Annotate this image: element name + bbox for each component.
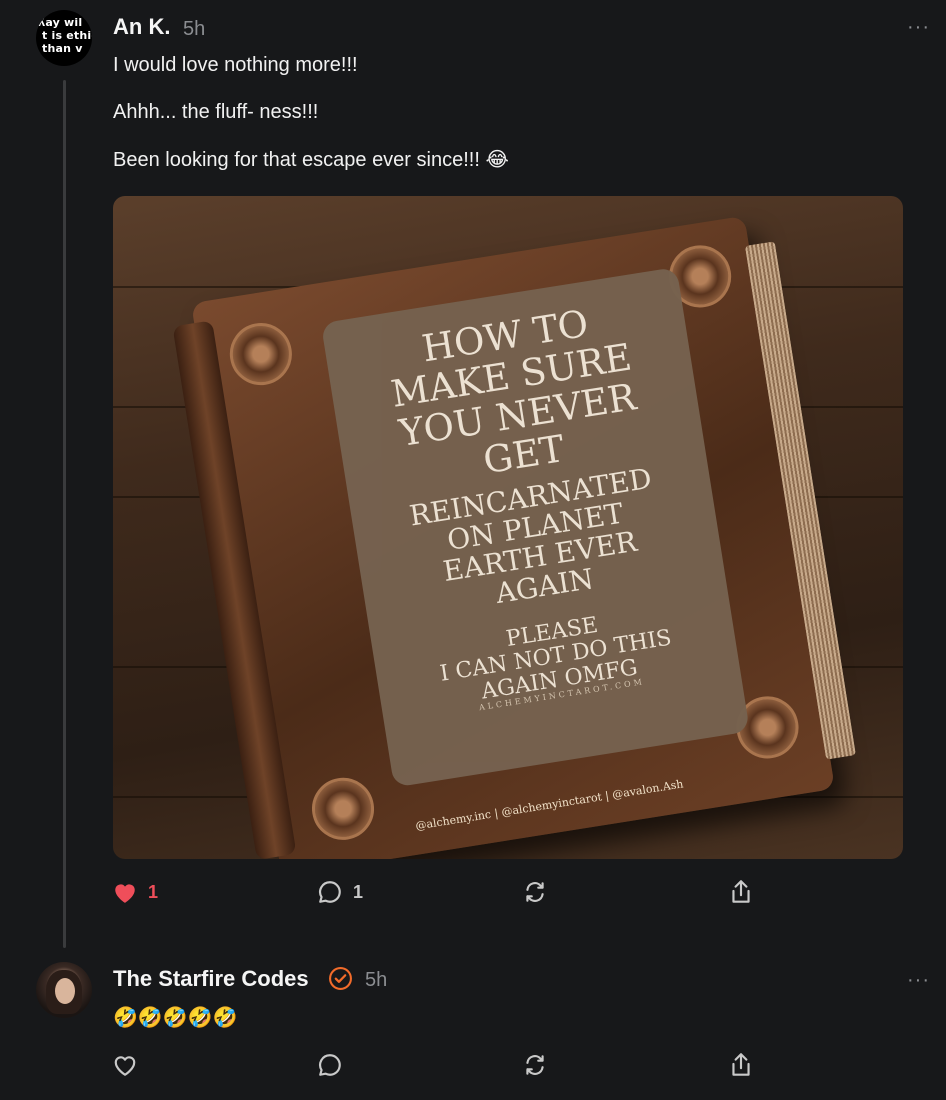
post-time[interactable]: 5h xyxy=(183,18,205,41)
heart-filled-icon xyxy=(115,884,135,903)
post-text-line-2: Ahhh... the fluff- ness!!! xyxy=(113,101,319,123)
post-image[interactable]: HOW TO MAKE SURE YOU NEVER GET REINCARNA… xyxy=(113,196,903,859)
share-icon xyxy=(732,880,750,903)
like-button[interactable]: 1 xyxy=(112,877,158,907)
share-button[interactable] xyxy=(728,877,754,907)
image-credit: @alchemy.inc | @alchemyinctarot | @avalo… xyxy=(414,777,685,833)
repost-button[interactable] xyxy=(522,877,548,907)
comment-button[interactable] xyxy=(317,1050,343,1080)
share-icon xyxy=(732,1053,750,1076)
comment-icon xyxy=(319,1054,341,1076)
verified-badge-icon xyxy=(329,967,352,990)
like-button[interactable] xyxy=(112,1050,138,1080)
author-name[interactable]: An K. xyxy=(113,14,170,40)
share-button[interactable] xyxy=(728,1050,754,1080)
post-text-line-3: Been looking for that escape ever since!… xyxy=(113,149,509,171)
more-options-icon[interactable]: ··· xyxy=(907,970,930,990)
thread-connector-line xyxy=(63,80,66,948)
like-count: 1 xyxy=(148,881,159,902)
post-time[interactable]: 5h xyxy=(365,969,387,992)
post-text-line-1: I would love nothing more!!! xyxy=(113,54,358,76)
repost-button[interactable] xyxy=(522,1050,548,1080)
avatar-text: ʎay wil t is ethic than v xyxy=(38,16,92,55)
repost-icon xyxy=(526,1055,544,1075)
author-name[interactable]: The Starfire Codes xyxy=(113,966,309,992)
avatar[interactable] xyxy=(36,962,92,1018)
avatar[interactable]: ʎay wil t is ethic than v xyxy=(36,10,92,66)
book-cover-plate: HOW TO MAKE SURE YOU NEVER GET REINCARNA… xyxy=(320,267,750,788)
comment-icon xyxy=(319,881,341,903)
more-options-icon[interactable]: ··· xyxy=(907,17,930,37)
comment-button[interactable]: 1 xyxy=(317,877,363,907)
reply-text: 🤣🤣🤣🤣🤣 xyxy=(113,1005,238,1029)
book-illustration: HOW TO MAKE SURE YOU NEVER GET REINCARNA… xyxy=(172,215,856,859)
heart-icon xyxy=(114,1056,136,1076)
repost-icon xyxy=(526,882,544,902)
comment-count: 1 xyxy=(353,881,364,902)
